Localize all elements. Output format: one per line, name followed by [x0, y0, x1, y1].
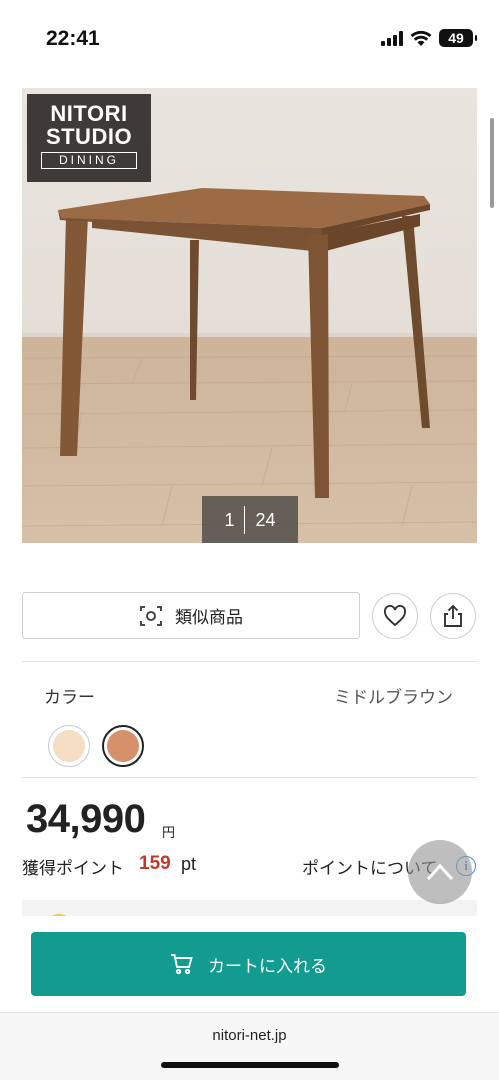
brand-logo-line2: STUDIO	[45, 124, 133, 149]
product-image[interactable]: NITORI STUDIO DINING 1 24	[22, 88, 477, 543]
status-icons: 49	[381, 29, 477, 47]
similar-products-label: 類似商品	[175, 608, 243, 628]
selected-color-value: ミドルブラウン	[334, 688, 453, 708]
status-bar: 22:41 49	[0, 0, 499, 80]
image-counter-total: 24	[255, 509, 276, 530]
heart-icon	[384, 605, 406, 627]
browser-bottom-bar	[0, 1012, 499, 1080]
camera-scan-icon	[140, 605, 162, 626]
color-swatch-light-fill	[53, 730, 85, 762]
image-counter-divider	[244, 506, 246, 534]
similar-products-button[interactable]: 類似商品	[22, 592, 360, 639]
add-to-cart-label: カートに入れる	[208, 956, 327, 977]
brand-logo-line3: DINING	[41, 152, 137, 169]
chevron-up-icon	[426, 863, 454, 881]
page-scrollbar[interactable]	[490, 118, 494, 208]
color-swatch-middle-brown[interactable]	[102, 725, 144, 767]
brand-logo: NITORI STUDIO DINING	[27, 94, 151, 182]
price-unit: 円	[162, 826, 176, 841]
image-counter-current: 1	[224, 509, 235, 530]
image-counter: 1 24	[202, 496, 298, 543]
points-unit: pt	[181, 854, 197, 874]
share-icon	[444, 604, 462, 627]
url-label[interactable]: nitori-net.jp	[0, 1027, 499, 1044]
price-amount: 34,990	[26, 797, 146, 841]
status-time: 22:41	[46, 27, 100, 50]
divider	[22, 777, 477, 778]
favorite-button[interactable]	[372, 593, 418, 639]
color-swatch-light[interactable]	[48, 725, 90, 767]
wifi-icon	[410, 30, 432, 46]
divider	[22, 661, 477, 662]
brand-logo-line1: NITORI	[50, 101, 128, 126]
points-value: 159	[139, 853, 171, 874]
battery-icon: 49	[439, 29, 477, 47]
scroll-to-top-button[interactable]	[408, 840, 472, 904]
color-label: カラー	[44, 688, 95, 708]
home-indicator[interactable]	[161, 1062, 339, 1068]
add-to-cart-button[interactable]: カートに入れる	[31, 932, 466, 996]
color-swatch-middle-brown-fill	[107, 730, 139, 762]
signal-icon	[381, 30, 403, 46]
share-button[interactable]	[430, 593, 476, 639]
points-label: 獲得ポイント	[22, 859, 124, 879]
cart-icon	[171, 954, 193, 975]
